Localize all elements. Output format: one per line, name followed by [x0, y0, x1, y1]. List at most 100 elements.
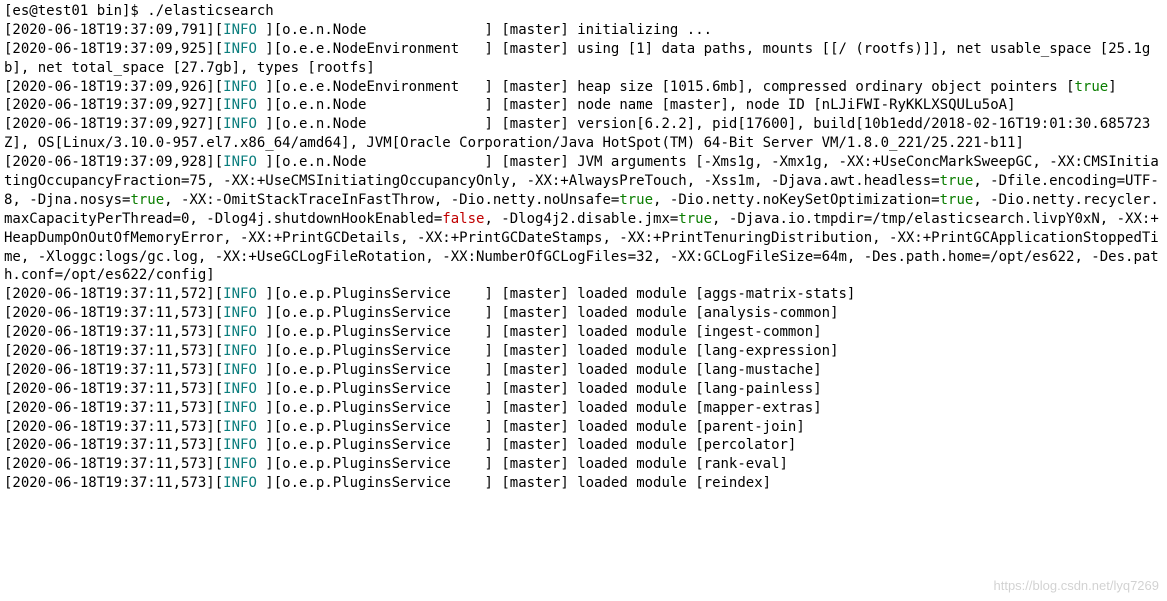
log-level: INFO — [223, 437, 257, 453]
log-line-plugin: [2020-06-18T19:37:11,573][INFO ][o.e.p.P… — [4, 399, 1163, 418]
log-line: [2020-06-18T19:37:09,927][INFO ][o.e.n.N… — [4, 115, 1163, 153]
log-node: master — [510, 116, 561, 132]
log-line: [2020-06-18T19:37:09,791][INFO ][o.e.n.N… — [4, 21, 1163, 40]
log-node: master — [510, 437, 561, 453]
log-node: master — [510, 154, 561, 170]
log-class: o.e.e.NodeEnvironment — [282, 41, 484, 57]
log-timestamp: [2020-06-18T19:37:11,573] — [4, 456, 215, 472]
log-level: INFO — [223, 154, 257, 170]
log-line-plugin: [2020-06-18T19:37:11,573][INFO ][o.e.p.P… — [4, 455, 1163, 474]
bool-value: false — [442, 211, 484, 227]
log-timestamp: [2020-06-18T19:37:09,927] — [4, 97, 215, 113]
bool-value: true — [940, 192, 974, 208]
bool-value: true — [130, 192, 164, 208]
log-message: loaded module [mapper-extras] — [577, 400, 821, 416]
log-class: o.e.n.Node — [282, 22, 484, 38]
log-level: INFO — [223, 381, 257, 397]
log-node: master — [510, 286, 561, 302]
log-node: master — [510, 343, 561, 359]
log-line-plugin: [2020-06-18T19:37:11,573][INFO ][o.e.p.P… — [4, 418, 1163, 437]
log-level: INFO — [223, 97, 257, 113]
log-line-plugin: [2020-06-18T19:37:11,573][INFO ][o.e.p.P… — [4, 380, 1163, 399]
log-node: master — [510, 419, 561, 435]
bool-value: true — [678, 211, 712, 227]
log-message: loaded module [percolator] — [577, 437, 796, 453]
log-level: INFO — [223, 22, 257, 38]
log-level: INFO — [223, 362, 257, 378]
log-message: loaded module [ingest-common] — [577, 324, 821, 340]
log-timestamp: [2020-06-18T19:37:09,791] — [4, 22, 215, 38]
log-class: o.e.p.PluginsService — [282, 475, 484, 491]
log-class: o.e.n.Node — [282, 116, 484, 132]
log-line: [2020-06-18T19:37:09,926][INFO ][o.e.e.N… — [4, 78, 1163, 97]
log-level: INFO — [223, 41, 257, 57]
log-class: o.e.n.Node — [282, 97, 484, 113]
bool-value: true — [619, 192, 653, 208]
log-message: loaded module [lang-mustache] — [577, 362, 821, 378]
log-message: , -XX:-OmitStackTraceInFastThrow, -Dio.n… — [164, 192, 619, 208]
log-class: o.e.p.PluginsService — [282, 305, 484, 321]
log-class: o.e.p.PluginsService — [282, 324, 484, 340]
shell-command: ./elasticsearch — [147, 3, 273, 19]
log-class: o.e.p.PluginsService — [282, 437, 484, 453]
log-node: master — [510, 456, 561, 472]
log-timestamp: [2020-06-18T19:37:09,927] — [4, 116, 215, 132]
log-level: INFO — [223, 79, 257, 95]
log-line-jvm-args: [2020-06-18T19:37:09,928][INFO ][o.e.n.N… — [4, 153, 1163, 285]
log-level: INFO — [223, 116, 257, 132]
log-line: [2020-06-18T19:37:09,927][INFO ][o.e.n.N… — [4, 96, 1163, 115]
log-timestamp: [2020-06-18T19:37:11,573] — [4, 305, 215, 321]
log-line-plugin: [2020-06-18T19:37:11,573][INFO ][o.e.p.P… — [4, 342, 1163, 361]
log-class: o.e.p.PluginsService — [282, 381, 484, 397]
log-line-plugin: [2020-06-18T19:37:11,573][INFO ][o.e.p.P… — [4, 323, 1163, 342]
prompt-line[interactable]: [es@test01 bin]$ ./elasticsearch — [4, 2, 1163, 21]
log-line-plugin: [2020-06-18T19:37:11,573][INFO ][o.e.p.P… — [4, 361, 1163, 380]
log-node: master — [510, 305, 561, 321]
bool-value: true — [940, 173, 974, 189]
log-node: master — [510, 475, 561, 491]
log-message: loaded module [lang-expression] — [577, 343, 838, 359]
log-timestamp: [2020-06-18T19:37:11,572] — [4, 286, 215, 302]
log-timestamp: [2020-06-18T19:37:11,573] — [4, 475, 215, 491]
log-timestamp: [2020-06-18T19:37:11,573] — [4, 343, 215, 359]
bool-value: true — [1075, 79, 1109, 95]
log-level: INFO — [223, 343, 257, 359]
log-message: loaded module [rank-eval] — [577, 456, 788, 472]
log-class: o.e.p.PluginsService — [282, 286, 484, 302]
log-message: ] — [1108, 79, 1116, 95]
log-message: loaded module [lang-painless] — [577, 381, 821, 397]
log-node: master — [510, 400, 561, 416]
log-class: o.e.e.NodeEnvironment — [282, 79, 484, 95]
log-message: loaded module [reindex] — [577, 475, 771, 491]
log-message: heap size [1015.6mb], compressed ordinar… — [577, 79, 1074, 95]
terminal-output: [es@test01 bin]$ ./elasticsearch[2020-06… — [0, 0, 1167, 495]
log-node: master — [510, 22, 561, 38]
log-level: INFO — [223, 400, 257, 416]
watermark: https://blog.csdn.net/lyq7269 — [993, 577, 1159, 595]
log-message: loaded module [analysis-common] — [577, 305, 838, 321]
log-node: master — [510, 381, 561, 397]
log-timestamp: [2020-06-18T19:37:09,928] — [4, 154, 215, 170]
log-class: o.e.p.PluginsService — [282, 400, 484, 416]
log-class: o.e.p.PluginsService — [282, 362, 484, 378]
log-level: INFO — [223, 475, 257, 491]
log-timestamp: [2020-06-18T19:37:11,573] — [4, 437, 215, 453]
log-message: loaded module [parent-join] — [577, 419, 805, 435]
log-class: o.e.p.PluginsService — [282, 343, 484, 359]
log-line-plugin: [2020-06-18T19:37:11,573][INFO ][o.e.p.P… — [4, 304, 1163, 323]
log-timestamp: [2020-06-18T19:37:11,573] — [4, 419, 215, 435]
log-line: [2020-06-18T19:37:09,925][INFO ][o.e.e.N… — [4, 40, 1163, 78]
log-node: master — [510, 41, 561, 57]
log-timestamp: [2020-06-18T19:37:11,573] — [4, 400, 215, 416]
log-line-plugin: [2020-06-18T19:37:11,573][INFO ][o.e.p.P… — [4, 474, 1163, 493]
log-timestamp: [2020-06-18T19:37:11,573] — [4, 362, 215, 378]
log-level: INFO — [223, 286, 257, 302]
log-node: master — [510, 362, 561, 378]
log-message: loaded module [aggs-matrix-stats] — [577, 286, 855, 302]
log-level: INFO — [223, 419, 257, 435]
log-timestamp: [2020-06-18T19:37:11,573] — [4, 324, 215, 340]
log-level: INFO — [223, 305, 257, 321]
log-level: INFO — [223, 456, 257, 472]
log-message: , -Dlog4j2.disable.jmx= — [484, 211, 678, 227]
log-line-plugin: [2020-06-18T19:37:11,572][INFO ][o.e.p.P… — [4, 285, 1163, 304]
